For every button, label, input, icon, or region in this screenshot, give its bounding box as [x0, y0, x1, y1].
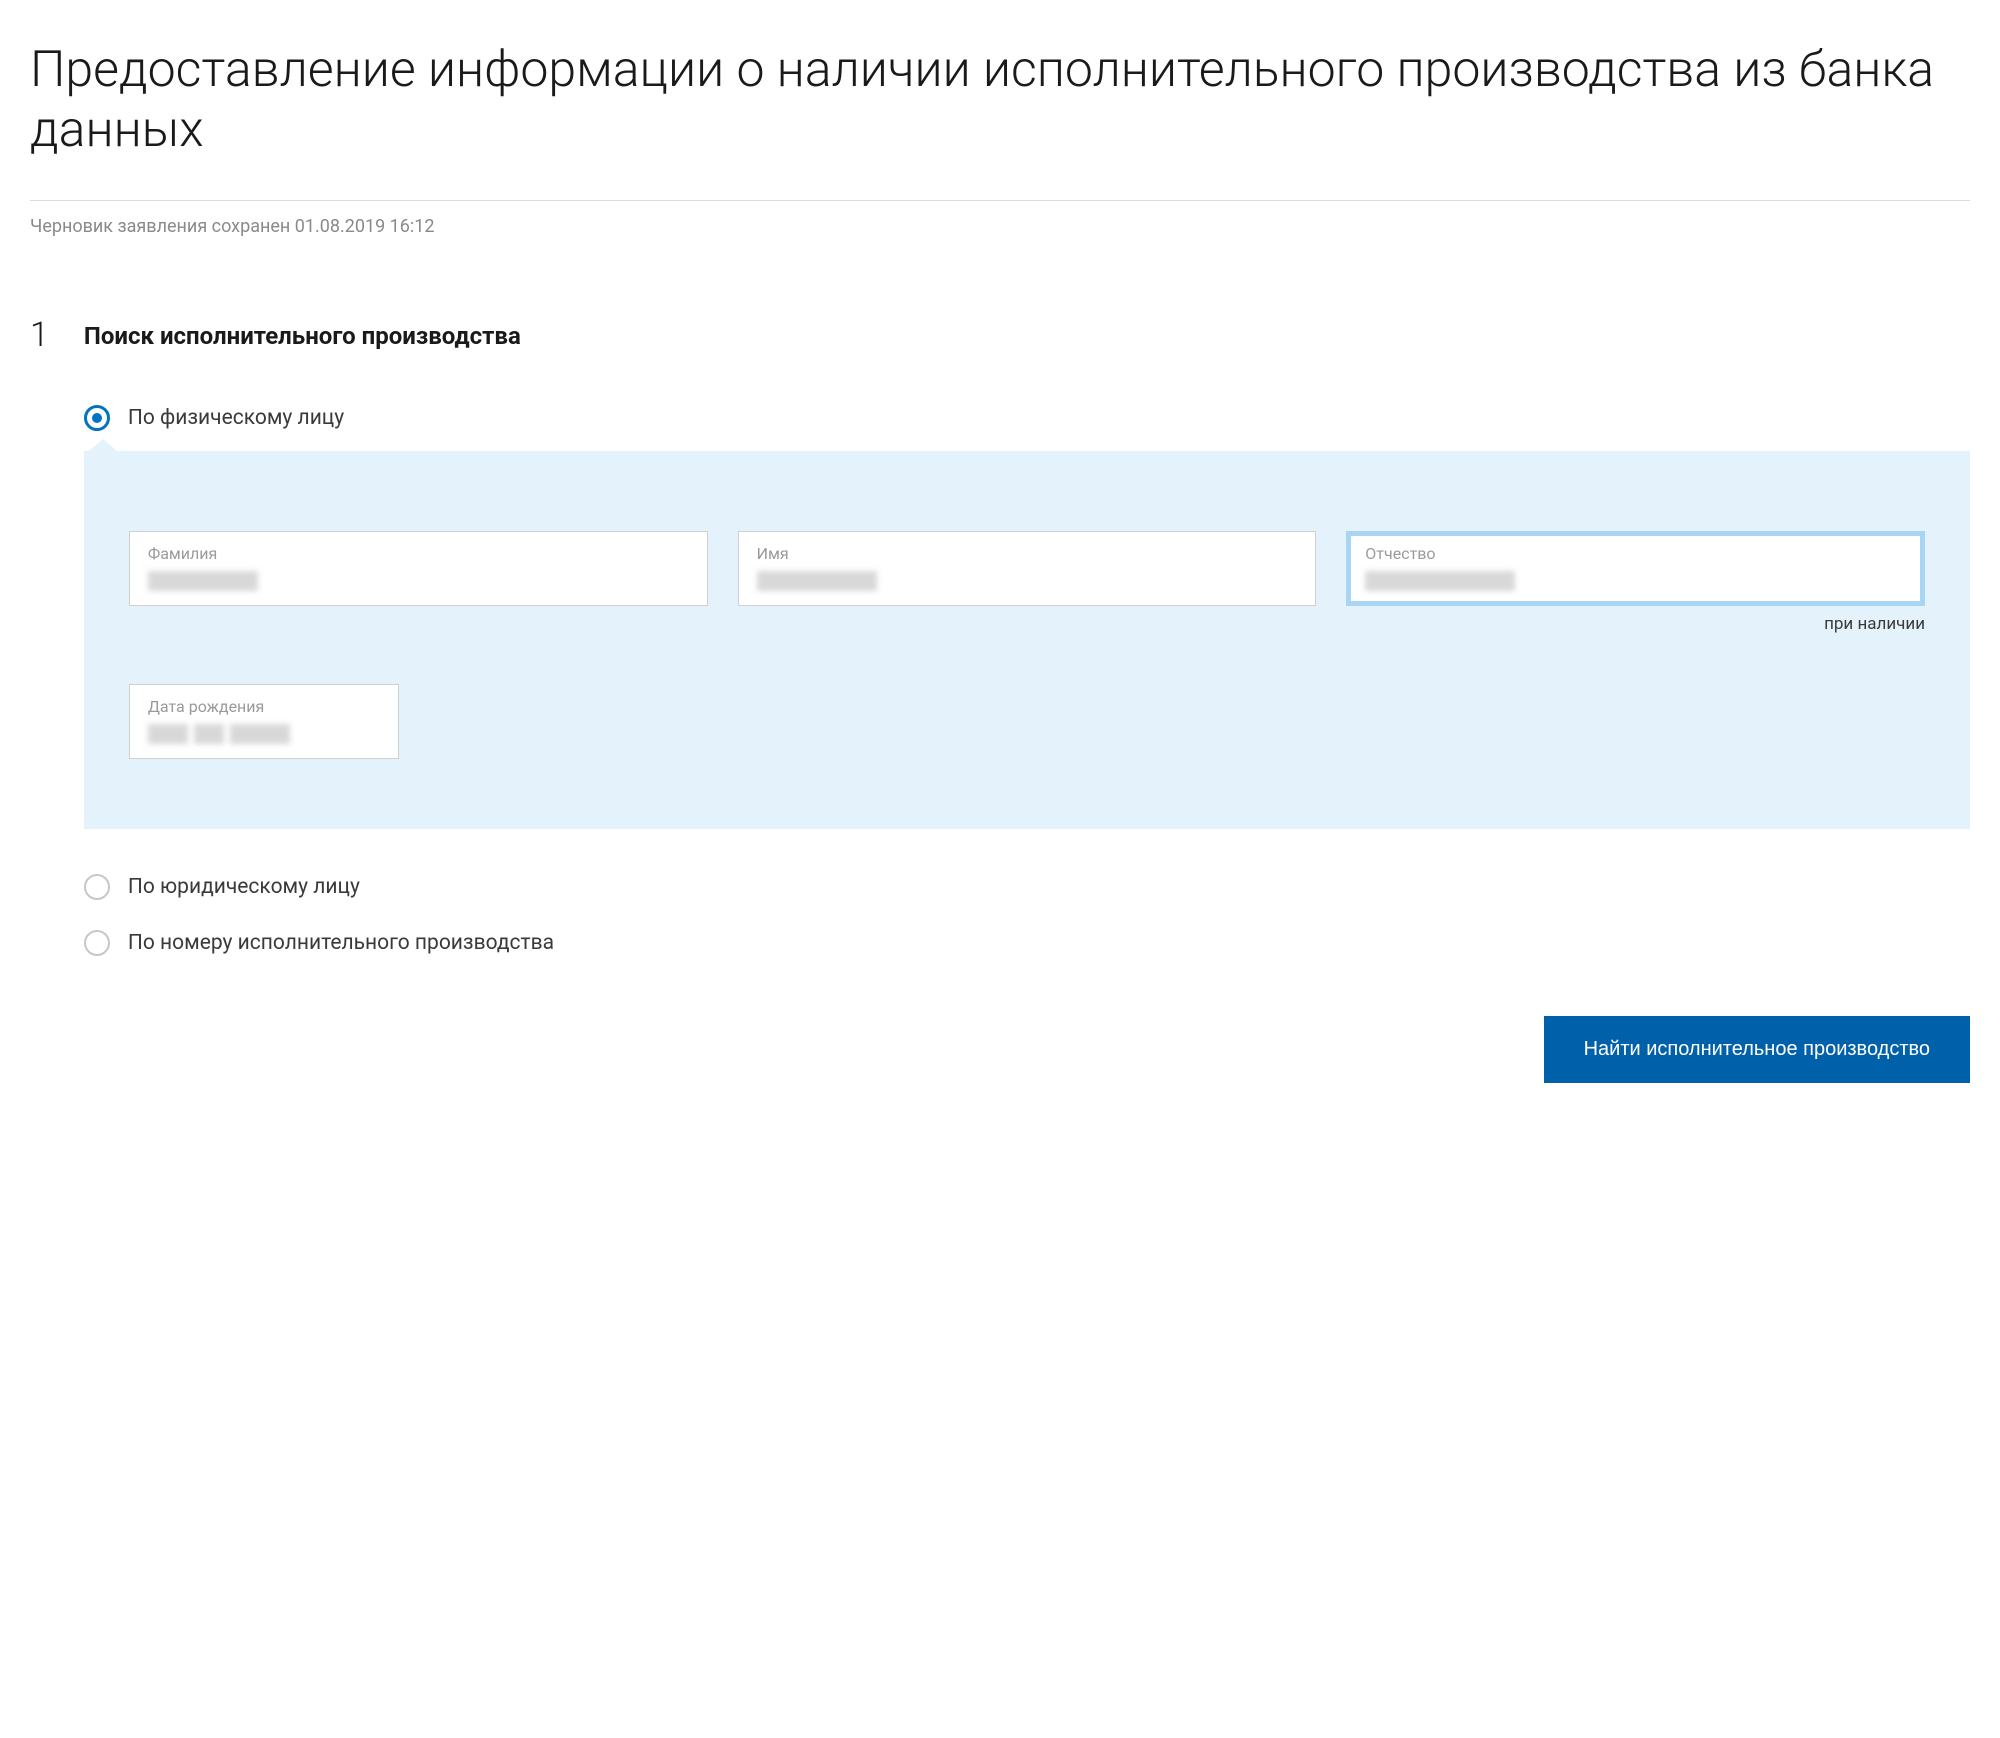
radio-unchecked-icon: [84, 930, 110, 956]
name-field[interactable]: Имя: [738, 531, 1317, 634]
radio-group: По физическому лицу Фамилия И: [84, 405, 1970, 986]
step-content: Поиск исполнительного производства По фи…: [84, 322, 1970, 1083]
surname-value: [148, 571, 689, 591]
submit-button[interactable]: Найти исполнительное производство: [1544, 1016, 1970, 1083]
birthdate-field[interactable]: Дата рождения: [129, 684, 399, 759]
radio-option-legal-entity[interactable]: По юридическому лицу: [84, 874, 1970, 900]
form-row-names: Фамилия Имя: [129, 531, 1925, 634]
radio-label-legal-entity: По юридическому лицу: [128, 875, 360, 899]
step-number: 1: [30, 318, 49, 352]
radio-option-case-number[interactable]: По номеру исполнительного производства: [84, 930, 1970, 956]
name-label: Имя: [757, 544, 1298, 563]
birthdate-label: Дата рождения: [148, 697, 380, 716]
patronymic-value: [1365, 571, 1906, 591]
step-container: 1 Поиск исполнительного производства По …: [30, 322, 1970, 1083]
radio-label-individual: По физическому лицу: [128, 406, 344, 430]
divider: [30, 200, 1970, 201]
radio-unchecked-icon: [84, 874, 110, 900]
form-row-birthdate: Дата рождения: [129, 684, 1925, 759]
radio-label-case-number: По номеру исполнительного производства: [128, 931, 554, 955]
page-title: Предоставление информации о наличии испо…: [30, 40, 1970, 160]
surname-label: Фамилия: [148, 544, 689, 563]
radio-checked-icon: [84, 405, 110, 431]
draft-status: Черновик заявления сохранен 01.08.2019 1…: [30, 216, 1970, 237]
step-title: Поиск исполнительного производства: [84, 322, 1970, 350]
form-panel: Фамилия Имя: [84, 451, 1970, 829]
patronymic-field[interactable]: Отчество при наличии: [1346, 531, 1925, 634]
birthdate-value: [148, 724, 380, 744]
submit-row: Найти исполнительное производство: [84, 1016, 1970, 1083]
surname-field[interactable]: Фамилия: [129, 531, 708, 634]
patronymic-label: Отчество: [1365, 544, 1906, 563]
patronymic-hint: при наличии: [1346, 614, 1925, 634]
name-value: [757, 571, 1298, 591]
radio-option-individual[interactable]: По физическому лицу: [84, 405, 1970, 431]
